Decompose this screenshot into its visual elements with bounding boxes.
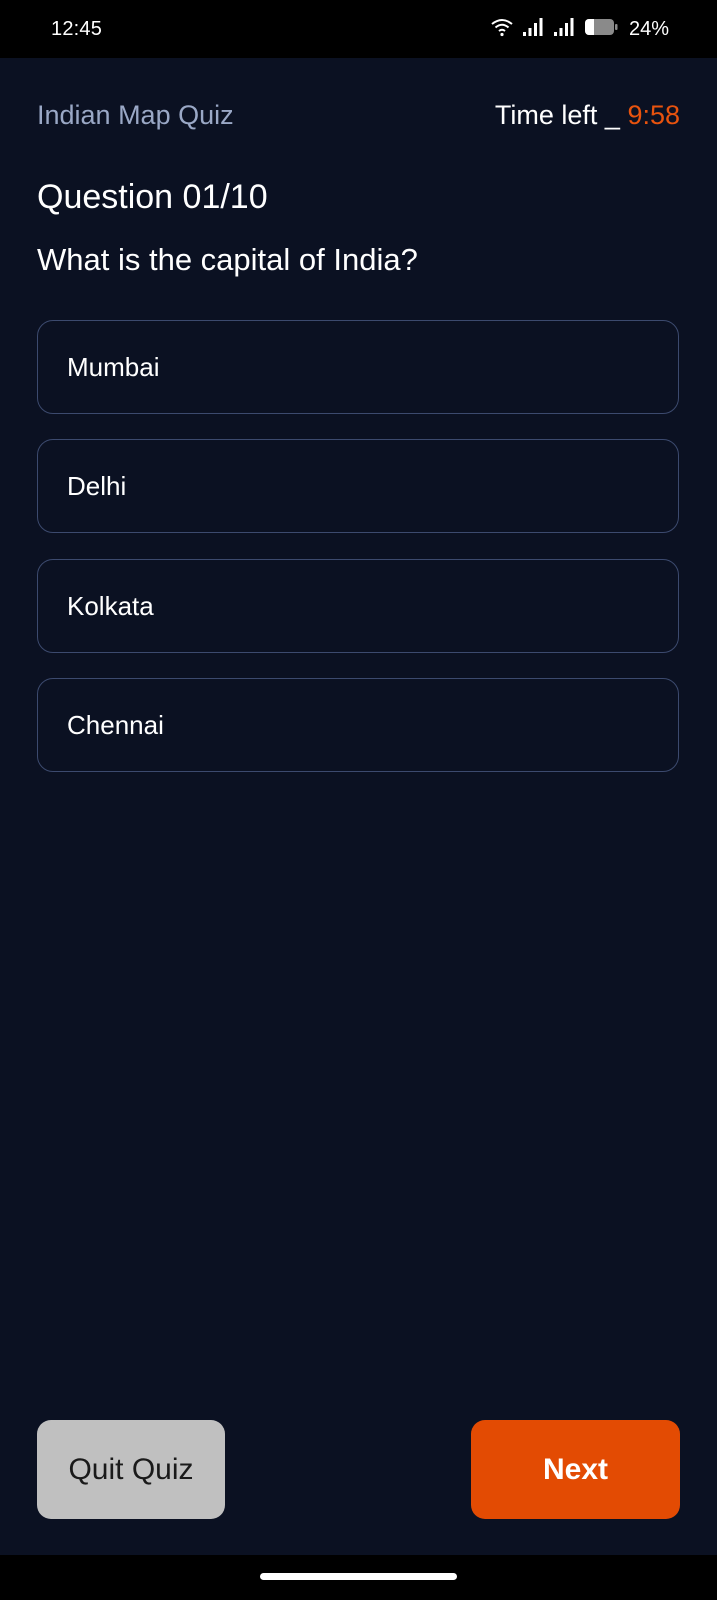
signal-icon xyxy=(522,17,544,42)
answer-option-label: Delhi xyxy=(67,470,127,501)
quit-quiz-button[interactable]: Quit Quiz xyxy=(37,1420,225,1519)
app-title: Indian Map Quiz xyxy=(37,100,234,130)
battery-icon xyxy=(584,18,618,41)
answer-option-chennai[interactable]: Chennai xyxy=(37,678,679,772)
status-bar: 12:45 24% xyxy=(0,0,717,58)
timer: Time left _ 9:58 xyxy=(495,100,680,131)
navigation-bar xyxy=(0,1555,717,1600)
status-time: 12:45 xyxy=(51,18,103,40)
timer-value: 9:58 xyxy=(627,100,680,130)
quiz-screen: 12:45 24% Indian Map Quiz Time left _ 9:… xyxy=(0,0,717,1600)
wifi-icon xyxy=(491,17,513,42)
question-number: Question 01/10 xyxy=(37,178,268,216)
answer-option-delhi[interactable]: Delhi xyxy=(37,439,679,533)
answer-option-label: Mumbai xyxy=(67,351,160,382)
answer-option-mumbai[interactable]: Mumbai xyxy=(37,320,679,414)
signal-icon xyxy=(553,17,575,42)
question-text: What is the capital of India? xyxy=(37,242,418,277)
answer-option-kolkata[interactable]: Kolkata xyxy=(37,559,679,653)
answer-option-label: Kolkata xyxy=(67,590,154,621)
home-indicator[interactable] xyxy=(260,1573,457,1580)
next-button[interactable]: Next xyxy=(471,1420,680,1519)
battery-percentage: 24% xyxy=(628,17,669,40)
timer-label: Time left _ xyxy=(494,100,628,130)
status-icons: 24% xyxy=(491,17,669,41)
answer-option-label: Chennai xyxy=(67,709,164,740)
